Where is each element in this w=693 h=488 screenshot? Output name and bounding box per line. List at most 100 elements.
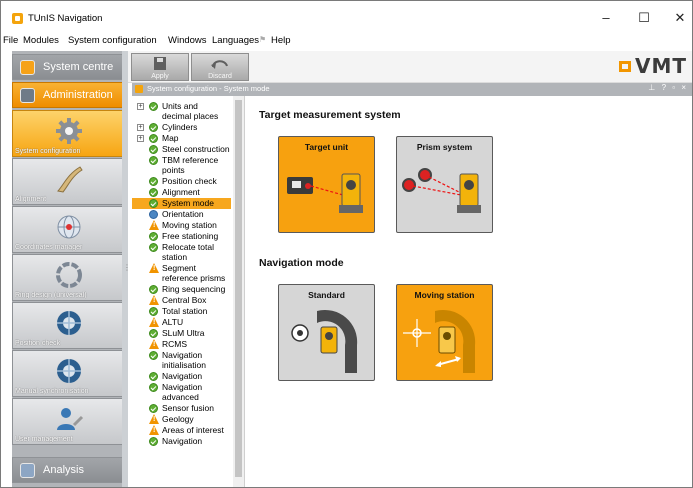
tree-item[interactable]: + Map bbox=[132, 133, 231, 144]
tree-item-label: Geology bbox=[162, 414, 194, 424]
tool-user-management[interactable]: User management bbox=[12, 398, 126, 445]
tree-item[interactable]: Alignment bbox=[132, 187, 231, 198]
tool-label: Alignment bbox=[15, 196, 47, 203]
ok-status-icon bbox=[149, 188, 158, 197]
target-section-title: Target measurement system bbox=[259, 109, 401, 121]
ok-status-icon bbox=[149, 372, 158, 381]
tree-item[interactable]: Moving station bbox=[132, 220, 231, 231]
tree-item-label: RCMS bbox=[162, 339, 188, 349]
toolbar: Apply Discard VMT bbox=[128, 51, 692, 83]
ok-status-icon bbox=[149, 199, 158, 208]
option-target-unit[interactable]: Target unit bbox=[278, 136, 375, 233]
tree-item[interactable]: ALTU bbox=[132, 317, 231, 328]
tree-item-label: Units and bbox=[162, 101, 198, 111]
tool-label: Ring design (universal) bbox=[15, 292, 87, 299]
expand-icon[interactable]: + bbox=[137, 103, 144, 110]
close-button[interactable]: ✕ bbox=[672, 10, 688, 26]
document-window-buttons[interactable]: ⊥ ? ▫ × bbox=[648, 83, 688, 92]
tree-item[interactable]: + Cylinders bbox=[132, 122, 231, 133]
menu-help[interactable]: Help bbox=[271, 35, 291, 46]
module-sidebar: System centre Administration System conf… bbox=[12, 51, 128, 487]
ok-status-icon bbox=[149, 307, 158, 316]
tree-scrollbar[interactable] bbox=[233, 96, 244, 487]
menu-system-configuration[interactable]: System configuration bbox=[68, 35, 157, 46]
alignment-icon bbox=[53, 164, 85, 193]
option-label: Moving station bbox=[414, 290, 475, 300]
apply-button[interactable]: Apply bbox=[131, 53, 189, 81]
tree-item[interactable]: Navigation bbox=[132, 371, 231, 382]
tree-item[interactable]: Total station bbox=[132, 306, 231, 317]
expand-icon[interactable]: + bbox=[137, 135, 144, 142]
minimize-button[interactable]: – bbox=[598, 10, 614, 26]
save-icon bbox=[154, 57, 166, 70]
section-administration[interactable]: Administration bbox=[12, 82, 126, 108]
tree-item[interactable]: System mode bbox=[132, 198, 231, 209]
section-system-centre[interactable]: System centre bbox=[12, 54, 126, 80]
expand-icon[interactable]: + bbox=[137, 124, 144, 131]
tool-alignment[interactable]: Alignment bbox=[12, 158, 126, 205]
tree-item[interactable]: Sensor fusion bbox=[132, 403, 231, 414]
menu-modules[interactable]: Modules bbox=[23, 35, 59, 46]
tree-item-label: TBM reference bbox=[162, 155, 219, 165]
prism-system-illustration bbox=[402, 168, 481, 213]
tree-item[interactable]: Navigation advanced bbox=[132, 382, 231, 403]
tree-item[interactable]: + Units and decimal places bbox=[132, 101, 231, 122]
ok-status-icon bbox=[149, 329, 158, 338]
menu-windows[interactable]: Windows bbox=[168, 35, 207, 46]
section-analysis[interactable]: Analysis bbox=[12, 457, 126, 483]
tool-system-configuration[interactable]: System configuration bbox=[12, 110, 126, 157]
title-bar: TUnIS Navigation – ☐ ✕ bbox=[1, 1, 692, 31]
sidebar-splitter[interactable]: ⋮ bbox=[122, 51, 131, 487]
discard-button[interactable]: Discard bbox=[191, 53, 249, 81]
tree-item-label: advanced bbox=[162, 392, 199, 402]
tree-item[interactable]: Navigation initialisation bbox=[132, 350, 231, 371]
tool-coordinates-manager[interactable]: Coordinates manager bbox=[12, 206, 126, 253]
tunnel-ring-icon bbox=[53, 308, 85, 337]
vmt-logo: VMT bbox=[618, 54, 687, 78]
document-title: System configuration - System mode bbox=[147, 84, 270, 93]
tree-item-label: Areas of interest bbox=[162, 425, 224, 435]
ok-status-icon bbox=[149, 351, 158, 360]
tree-item[interactable]: Free stationing bbox=[132, 231, 231, 242]
tree-item[interactable]: Relocate total station bbox=[132, 242, 231, 263]
tool-ring-design[interactable]: Ring design (universal) bbox=[12, 254, 126, 301]
section-label: System centre bbox=[43, 61, 114, 73]
tree-item[interactable]: SLuM Ultra bbox=[132, 328, 231, 339]
maximize-button[interactable]: ☐ bbox=[636, 10, 652, 26]
ok-status-icon bbox=[149, 102, 158, 111]
option-prism-system[interactable]: Prism system bbox=[396, 136, 493, 233]
option-label: Prism system bbox=[416, 142, 473, 152]
menu-file[interactable]: File bbox=[3, 35, 18, 46]
ring-icon bbox=[53, 260, 85, 289]
tree-item-label: Steel construction bbox=[162, 144, 230, 154]
tree-item[interactable]: RCMS bbox=[132, 339, 231, 350]
system-centre-icon bbox=[20, 60, 35, 75]
warning-status-icon bbox=[149, 425, 159, 435]
tree-item-label: SLuM Ultra bbox=[162, 328, 205, 338]
tree-item[interactable]: Navigation bbox=[132, 436, 231, 447]
tree-item[interactable]: Position check bbox=[132, 176, 231, 187]
option-standard[interactable]: Standard bbox=[278, 284, 375, 381]
tool-manual-synchronisation[interactable]: Manual synchronisation bbox=[12, 350, 126, 397]
ok-status-icon bbox=[149, 437, 158, 446]
tree-scrollbar-thumb[interactable] bbox=[235, 100, 242, 477]
moving-station-illustration bbox=[403, 309, 476, 373]
warning-status-icon bbox=[149, 220, 159, 230]
tree-item[interactable]: Segmentreference prisms bbox=[132, 263, 231, 284]
tree-item[interactable]: Central Box bbox=[132, 295, 231, 306]
tree-item-label: Moving station bbox=[162, 220, 217, 230]
standard-mode-illustration bbox=[291, 309, 358, 373]
tree-item[interactable]: Ring sequencing bbox=[132, 284, 231, 295]
option-moving-station[interactable]: Moving station bbox=[396, 284, 493, 381]
tree-item[interactable]: TBM reference points bbox=[132, 155, 231, 176]
undo-icon bbox=[211, 60, 228, 69]
menu-languages[interactable]: Languages bbox=[212, 35, 259, 46]
tree-item[interactable]: Orientation bbox=[132, 209, 231, 220]
tree-item[interactable]: Geology bbox=[132, 414, 231, 425]
tree-item-label: ALTU bbox=[162, 317, 184, 327]
tree-item-label: station bbox=[162, 252, 188, 262]
tree-item[interactable]: Steel construction bbox=[132, 144, 231, 155]
tree-item[interactable]: Areas of interest bbox=[132, 425, 231, 436]
tool-position-check[interactable]: Position check bbox=[12, 302, 126, 349]
users-icon bbox=[53, 404, 85, 433]
